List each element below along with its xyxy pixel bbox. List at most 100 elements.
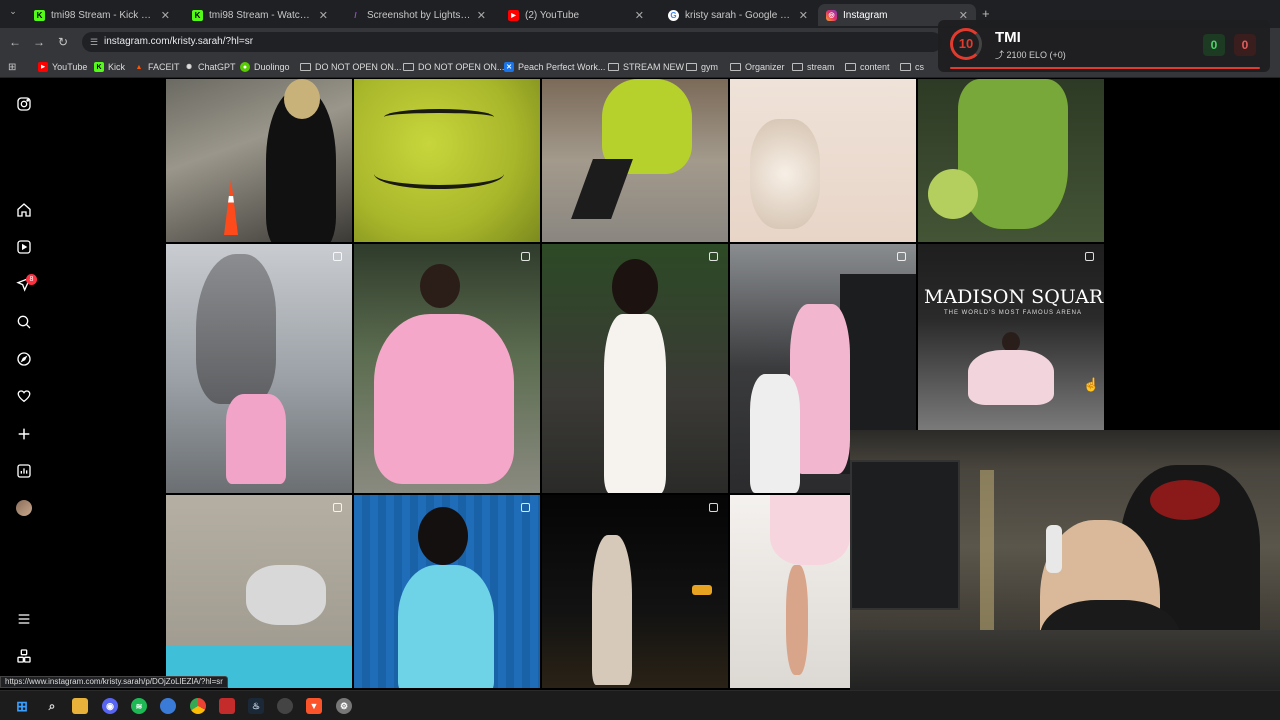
youtube-icon: ▶ bbox=[508, 9, 519, 21]
lightshot-icon: / bbox=[354, 10, 357, 20]
post-thumbnail[interactable] bbox=[918, 79, 1104, 242]
file-explorer-icon[interactable] bbox=[72, 698, 88, 714]
search-icon[interactable]: ⌕ bbox=[44, 698, 60, 714]
peach-perfect-icon: ✕ bbox=[504, 62, 514, 72]
instagram-sidebar: 8 bbox=[0, 79, 48, 688]
bookmark-folder-cs[interactable]: cs bbox=[900, 60, 924, 74]
player-name: TMI bbox=[995, 29, 1021, 46]
kick-icon: K bbox=[94, 62, 104, 72]
close-tab-icon[interactable]: ✕ bbox=[477, 9, 486, 22]
windows-start-icon[interactable]: ⊞ bbox=[14, 698, 30, 714]
more-menu-icon[interactable] bbox=[14, 609, 34, 629]
instagram-logo-icon[interactable] bbox=[14, 94, 34, 114]
banner-title: MADISON SQUARE GARDEN bbox=[924, 286, 1104, 308]
video-icon bbox=[897, 252, 906, 261]
tab-youtube[interactable]: ▶ (2) YouTube ✕ bbox=[500, 4, 652, 26]
instagram-icon: ◎ bbox=[826, 9, 837, 21]
heart-icon[interactable] bbox=[14, 386, 34, 406]
profile-avatar[interactable] bbox=[16, 500, 32, 516]
apps-icon[interactable]: ⊞ bbox=[8, 60, 16, 74]
create-icon[interactable] bbox=[14, 424, 34, 444]
bookmark-youtube[interactable]: ▶ YouTube bbox=[38, 60, 87, 74]
bookmark-folder-1[interactable]: DO NOT OPEN ON... bbox=[300, 60, 401, 74]
bookmark-folder-stream[interactable]: stream bbox=[792, 60, 835, 74]
search-icon[interactable] bbox=[14, 312, 34, 332]
post-thumbnail[interactable] bbox=[166, 495, 352, 688]
forward-button[interactable]: → bbox=[31, 34, 47, 50]
carousel-icon bbox=[333, 252, 342, 261]
tab-lightshot[interactable]: / Screenshot by Lightshot ✕ bbox=[342, 4, 494, 26]
post-thumbnail[interactable] bbox=[730, 79, 916, 242]
app-icon[interactable] bbox=[160, 698, 176, 714]
steam-icon[interactable]: ♨ bbox=[248, 698, 264, 714]
folder-icon bbox=[686, 63, 697, 71]
post-thumbnail[interactable] bbox=[354, 495, 540, 688]
tab-kick-watch[interactable]: K tmi98 Stream - Watch Live on Kick ✕ bbox=[184, 4, 336, 26]
bookmark-peach-perfect[interactable]: ✕ Peach Perfect Work... bbox=[504, 60, 605, 74]
youtube-icon: ▶ bbox=[38, 62, 48, 72]
bookmark-folder-2[interactable]: DO NOT OPEN ON... bbox=[403, 60, 504, 74]
notification-badge: 8 bbox=[26, 274, 37, 285]
explore-icon[interactable] bbox=[14, 349, 34, 369]
post-thumbnail[interactable] bbox=[354, 79, 540, 242]
post-thumbnail[interactable] bbox=[542, 244, 728, 493]
close-tab-icon[interactable]: ✕ bbox=[635, 9, 644, 22]
post-thumbnail[interactable]: MADISON SQUARE GARDEN THE WORLD'S MOST F… bbox=[918, 244, 1104, 430]
app-icon[interactable] bbox=[219, 698, 235, 714]
new-tab-button[interactable]: + bbox=[982, 6, 990, 21]
reels-icon[interactable] bbox=[14, 237, 34, 257]
app-icon[interactable] bbox=[277, 698, 293, 714]
folder-icon bbox=[300, 63, 311, 71]
madison-square-garden-banner: MADISON SQUARE GARDEN THE WORLD'S MOST F… bbox=[924, 286, 1104, 336]
post-thumbnail[interactable] bbox=[730, 495, 850, 688]
status-url: https://www.instagram.com/kristy.sarah/p… bbox=[0, 676, 228, 688]
dashboard-icon[interactable] bbox=[14, 461, 34, 481]
post-thumbnail[interactable] bbox=[542, 495, 728, 688]
also-from-meta-icon[interactable] bbox=[14, 646, 34, 666]
post-thumbnail[interactable] bbox=[354, 244, 540, 493]
google-icon: G bbox=[668, 9, 679, 21]
tab-search-icon[interactable]: ⌄ bbox=[6, 6, 20, 20]
brave-icon[interactable]: ▼ bbox=[306, 698, 322, 714]
post-thumbnail[interactable] bbox=[166, 79, 352, 242]
close-tab-icon[interactable]: ✕ bbox=[799, 9, 808, 22]
discord-icon[interactable]: ◉ bbox=[102, 698, 118, 714]
carousel-icon bbox=[521, 252, 530, 261]
address-bar[interactable]: ☰ instagram.com/kristy.sarah/?hl=sr bbox=[82, 32, 942, 52]
settings-icon[interactable]: ⚙ bbox=[336, 698, 352, 714]
close-tab-icon[interactable]: ✕ bbox=[319, 9, 328, 22]
bookmark-folder-organizer[interactable]: Organizer bbox=[730, 60, 785, 74]
home-icon[interactable] bbox=[14, 200, 34, 220]
bookmark-folder-gym[interactable]: gym bbox=[686, 60, 718, 74]
folder-icon bbox=[792, 63, 803, 71]
tab-google-search[interactable]: G kristy sarah - Google Search ✕ bbox=[660, 4, 816, 26]
bookmark-kick[interactable]: K Kick bbox=[94, 60, 125, 74]
post-thumbnail[interactable] bbox=[542, 79, 728, 242]
site-info-icon[interactable]: ☰ bbox=[90, 32, 98, 52]
spotify-icon[interactable]: ≋ bbox=[131, 698, 147, 714]
back-button[interactable]: ← bbox=[7, 34, 23, 50]
faceit-icon: ▲ bbox=[135, 63, 143, 71]
folder-icon bbox=[403, 63, 414, 71]
address-url: instagram.com/kristy.sarah/?hl=sr bbox=[104, 36, 254, 47]
carousel-icon bbox=[521, 503, 530, 512]
chatgpt-icon: ✺ bbox=[186, 64, 192, 71]
tab-kick-dashboard[interactable]: K tmi98 Stream - Kick Dashboard ✕ bbox=[26, 4, 178, 26]
bookmark-chatgpt[interactable]: ✺ ChatGPT bbox=[184, 60, 235, 74]
folder-icon bbox=[608, 63, 619, 71]
bookmark-faceit[interactable]: ▲ FACEIT bbox=[134, 60, 180, 74]
wins-count: 0 bbox=[1203, 34, 1225, 56]
elo-progress-bar bbox=[950, 67, 1260, 69]
post-thumbnail[interactable] bbox=[166, 244, 352, 493]
carousel-icon bbox=[709, 503, 718, 512]
bookmark-folder-stream-new[interactable]: STREAM NEW bbox=[608, 60, 684, 74]
reload-button[interactable]: ↻ bbox=[55, 34, 71, 50]
carousel-icon bbox=[709, 252, 718, 261]
chrome-icon[interactable] bbox=[190, 698, 206, 714]
folder-icon bbox=[845, 63, 856, 71]
close-tab-icon[interactable]: ✕ bbox=[161, 9, 170, 22]
bookmark-folder-content[interactable]: content bbox=[845, 60, 890, 74]
kick-icon: K bbox=[34, 9, 45, 21]
bookmark-duolingo[interactable]: ● Duolingo bbox=[240, 60, 290, 74]
folder-icon bbox=[900, 63, 911, 71]
